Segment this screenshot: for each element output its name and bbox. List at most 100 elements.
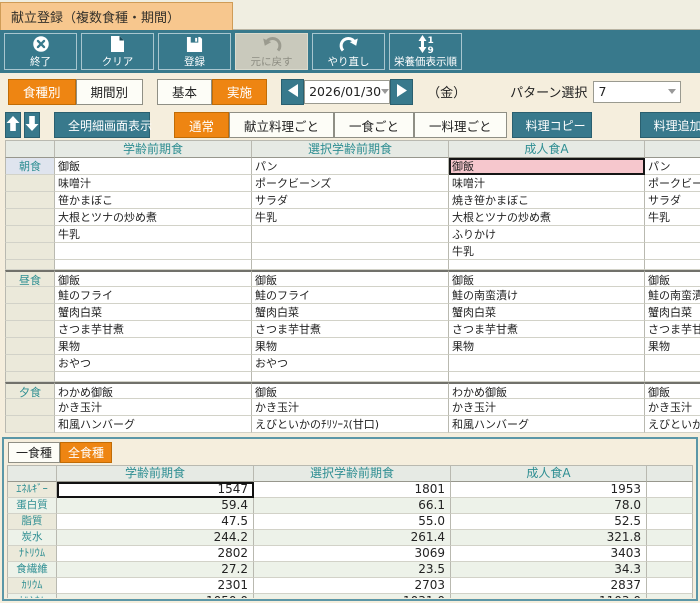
menu-cell[interactable]: 鮭の南蛮漬け [449,287,645,304]
nutrition-value-cell[interactable]: 1547 [57,482,254,498]
meal-label[interactable] [5,338,55,355]
nutrition-value-cell[interactable]: 3403 [451,546,647,562]
nutrition-value-cell[interactable] [647,546,693,562]
menu-cell[interactable]: 牛乳 [55,226,252,243]
menu-cell[interactable] [645,226,700,243]
nutrition-value-cell[interactable]: 2703 [254,578,451,594]
menu-cell[interactable]: 御飯 [252,382,449,399]
menu-cell[interactable]: 味噌汁 [55,175,252,192]
menu-cell[interactable]: サラダ [252,192,449,209]
menu-cell[interactable]: 御飯 [449,270,645,287]
menu-cell[interactable]: 大根とツナの炒め煮 [55,209,252,226]
menu-cell[interactable]: 鮭の南蛮漬 [645,287,700,304]
nutrition-value-cell[interactable]: 47.5 [57,514,254,530]
tab-per-dish[interactable]: 一料理ごと [414,112,507,138]
register-button[interactable]: 登録 [158,33,231,70]
nutrition-value-cell[interactable]: 59.4 [57,498,254,514]
menu-cell[interactable]: 蟹肉白菜 [252,304,449,321]
detail-view-button[interactable]: 全明細画面表示 [54,112,150,138]
nutrition-value-cell[interactable]: 27.2 [57,562,254,578]
nutrition-value-cell[interactable] [647,498,693,514]
menu-cell[interactable]: 和風ハンバーグ [449,416,645,433]
menu-cell[interactable]: わかめ御飯 [449,382,645,399]
menu-cell[interactable] [645,355,700,372]
menu-cell[interactable]: 御飯 [55,158,252,175]
meal-label[interactable]: 朝食 [5,158,55,175]
menu-cell[interactable]: 果物 [252,338,449,355]
menu-cell[interactable]: 御飯 [449,158,645,175]
tab-all-food-types[interactable]: 全食種 [60,442,112,463]
nutrition-value-cell[interactable]: 1031.0 [254,594,451,598]
nutrition-value-cell[interactable] [647,482,693,498]
meal-label[interactable] [5,287,55,304]
undo-button[interactable]: 元に戻す [235,33,308,70]
pattern-select[interactable]: 7 [593,81,681,103]
nutrition-value-cell[interactable] [647,514,693,530]
move-down-button[interactable] [24,112,40,138]
meal-label[interactable]: 昼食 [5,270,55,287]
menu-cell[interactable]: 御飯 [252,270,449,287]
prev-date-button[interactable] [281,79,304,105]
meal-label[interactable] [5,260,55,270]
menu-cell[interactable]: かき玉汁 [55,399,252,416]
menu-cell[interactable]: ポークビーンズ [252,175,449,192]
tab-basic[interactable]: 基本 [157,79,212,105]
meal-label[interactable] [5,304,55,321]
menu-cell[interactable]: 味噌汁 [449,175,645,192]
meal-label[interactable] [5,209,55,226]
menu-cell[interactable] [55,372,252,382]
menu-cell[interactable]: さつま芋甘 [645,321,700,338]
menu-cell[interactable]: えびといか [645,416,700,433]
menu-cell[interactable]: 大根とツナの炒め煮 [449,209,645,226]
menu-cell[interactable]: 御飯 [55,270,252,287]
meal-label[interactable]: 夕食 [5,382,55,399]
nutrition-value-cell[interactable]: 2301 [57,578,254,594]
nutrition-value-cell[interactable] [647,562,693,578]
menu-cell[interactable]: かき玉汁 [252,399,449,416]
meal-label[interactable] [5,175,55,192]
meal-label[interactable] [5,355,55,372]
nutrition-value-cell[interactable]: 244.2 [57,530,254,546]
menu-cell[interactable]: 焼き笹かまぼこ [449,192,645,209]
nutrition-value-cell[interactable] [647,530,693,546]
menu-cell[interactable] [449,260,645,270]
nutrition-value-cell[interactable]: 1050.0 [57,594,254,598]
tab-per-menu-dish[interactable]: 献立料理ごと [229,112,334,138]
nutrition-value-cell[interactable] [647,578,693,594]
meal-label[interactable] [5,372,55,382]
menu-cell[interactable] [252,372,449,382]
menu-cell[interactable]: 鮭のフライ [55,287,252,304]
menu-cell[interactable]: サラダ [645,192,700,209]
tab-normal[interactable]: 通常 [174,112,229,138]
nutrition-value-cell[interactable]: 78.0 [451,498,647,514]
nutrition-value-cell[interactable]: 261.4 [254,530,451,546]
meal-label[interactable] [5,416,55,433]
menu-cell[interactable]: 和風ハンバーグ [55,416,252,433]
menu-cell[interactable] [252,260,449,270]
tab-one-food-type[interactable]: 一食種 [8,442,60,463]
menu-cell[interactable]: かき玉汁 [645,399,700,416]
nutrition-value-cell[interactable]: 2837 [451,578,647,594]
menu-cell[interactable]: 牛乳 [645,209,700,226]
nutrition-value-cell[interactable]: 1801 [254,482,451,498]
tab-per-meal[interactable]: 一食ごと [334,112,414,138]
menu-cell[interactable] [449,355,645,372]
menu-cell[interactable]: さつま芋甘煮 [449,321,645,338]
nutrition-value-cell[interactable]: 2802 [57,546,254,562]
menu-cell[interactable] [645,372,700,382]
menu-cell[interactable]: 笹かまぼこ [55,192,252,209]
nutrition-value-cell[interactable]: 34.3 [451,562,647,578]
exit-button[interactable]: 終了 [4,33,77,70]
menu-cell[interactable]: パン [645,158,700,175]
nutrition-value-cell[interactable]: 52.5 [451,514,647,530]
meal-label[interactable] [5,226,55,243]
menu-cell[interactable] [252,226,449,243]
nutrition-value-cell[interactable]: 3069 [254,546,451,562]
move-up-button[interactable] [5,112,21,138]
menu-cell[interactable]: おやつ [252,355,449,372]
tab-by-food-type[interactable]: 食種別 [8,79,76,105]
menu-cell[interactable]: おやつ [55,355,252,372]
dish-add-button[interactable]: 料理追加 [640,112,700,138]
menu-cell[interactable]: 御飯 [645,382,700,399]
nutrition-value-cell[interactable]: 321.8 [451,530,647,546]
